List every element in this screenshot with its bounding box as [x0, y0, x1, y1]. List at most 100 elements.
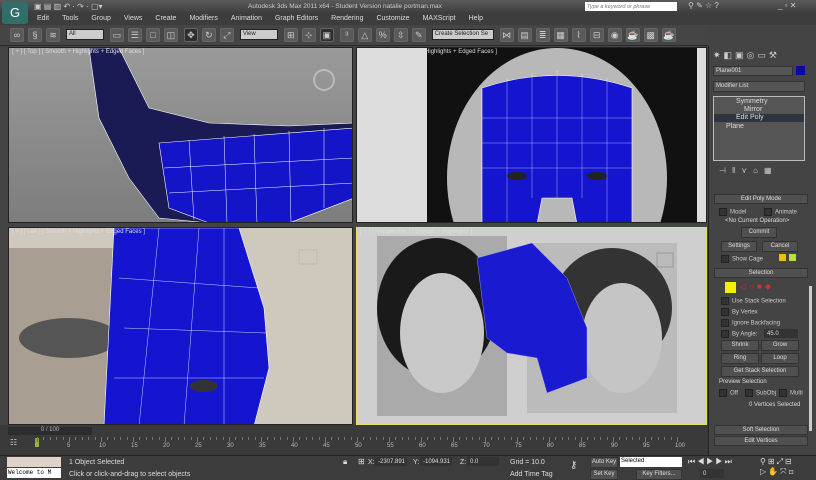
snap-icon[interactable]: ³: [339, 28, 354, 42]
manipulate-icon[interactable]: ⊹: [301, 28, 316, 42]
viewport-navigation-controls[interactable]: ⚲⊞⤢⊟ ▷✋⤧⊡: [760, 457, 796, 477]
stack-item-edit-poly[interactable]: Edit Poly: [714, 114, 804, 122]
cage-selected-color-swatch[interactable]: [789, 254, 796, 261]
search-input[interactable]: [585, 2, 677, 11]
selection-filter-dropdown[interactable]: All: [65, 29, 104, 40]
info-center-icons[interactable]: ⚲ ✎ ☆ ?: [688, 1, 719, 10]
rollout-edit-vertices[interactable]: Edit Vertices: [714, 436, 808, 446]
settings-button[interactable]: Settings: [721, 241, 757, 252]
angle-snap-icon[interactable]: △: [357, 28, 372, 42]
preview-subobj-radio[interactable]: SubObj: [745, 389, 776, 397]
graphite-icon[interactable]: ▦: [553, 28, 568, 42]
key-filters-button[interactable]: Key Filters...: [636, 469, 682, 480]
viewport-top[interactable]: [ + ] [ Top ] [ Smooth + Highlights + Ed…: [8, 47, 353, 223]
y-coordinate[interactable]: -1094.931: [420, 457, 452, 466]
schematic-view-icon[interactable]: ⊟: [589, 28, 604, 42]
grow-button[interactable]: Grow: [761, 340, 799, 351]
rendered-frame-icon[interactable]: ▩: [643, 28, 658, 42]
align-icon[interactable]: ▤: [517, 28, 532, 42]
menu-group[interactable]: Group: [91, 15, 110, 22]
render-icon[interactable]: ☕: [661, 28, 676, 42]
viewport-label[interactable]: [ + ] [ Left ] [ Smooth + Highlights + E…: [12, 229, 145, 235]
layer-manager-icon[interactable]: ≣: [535, 28, 550, 42]
rect-selection-icon[interactable]: □: [145, 28, 160, 42]
menu-tools[interactable]: Tools: [62, 15, 78, 22]
rollout-selection[interactable]: Selection: [714, 268, 808, 278]
track-bar-icon[interactable]: ☷: [10, 438, 17, 447]
menu-help[interactable]: Help: [469, 15, 483, 22]
loop-button[interactable]: Loop: [761, 353, 799, 364]
lock-icon[interactable]: 🔒︎: [343, 457, 347, 467]
z-coordinate[interactable]: 0.0: [467, 457, 499, 466]
quick-access-toolbar[interactable]: ▣ ▤ ▥ ↶ · ↷ · ▢▾: [34, 2, 103, 11]
menu-animation[interactable]: Animation: [231, 15, 262, 22]
window-crossing-icon[interactable]: ◫: [163, 28, 178, 42]
window-controls[interactable]: _ ▫ ✕: [778, 1, 796, 10]
preview-multi-radio[interactable]: Multi: [779, 389, 803, 397]
add-time-tag[interactable]: Add Time Tag: [510, 471, 553, 478]
key-mode-dropdown[interactable]: Selected: [620, 457, 682, 467]
menu-customize[interactable]: Customize: [376, 15, 409, 22]
select-object-icon[interactable]: ▭: [109, 28, 124, 42]
menu-maxscript[interactable]: MAXScript: [423, 15, 456, 22]
absolute-mode-icon[interactable]: ⊞: [358, 457, 365, 466]
angle-spinner[interactable]: 45.0: [764, 329, 798, 338]
current-frame-field[interactable]: 0: [700, 469, 724, 478]
stack-item-mirror[interactable]: Mirror: [744, 106, 762, 113]
maxscript-listener[interactable]: [7, 457, 61, 467]
use-stack-selection-checkbox[interactable]: Use Stack Selection: [721, 297, 786, 305]
menu-modifiers[interactable]: Modifiers: [189, 15, 217, 22]
by-angle-checkbox[interactable]: By Angle:: [721, 330, 757, 338]
menu-views[interactable]: Views: [124, 15, 143, 22]
commit-button[interactable]: Commit: [741, 227, 777, 238]
menu-graph-editors[interactable]: Graph Editors: [275, 15, 318, 22]
object-color-swatch[interactable]: [796, 66, 805, 75]
show-cage-checkbox[interactable]: Show Cage: [721, 255, 763, 263]
mirror-icon[interactable]: ⋈: [499, 28, 514, 42]
pivot-icon[interactable]: ⊞: [283, 28, 298, 42]
ring-button[interactable]: Ring: [721, 353, 759, 364]
stack-item-symmetry[interactable]: Symmetry: [736, 98, 768, 105]
rollout-soft-selection[interactable]: Soft Selection: [714, 425, 808, 435]
link-icon[interactable]: ∞: [10, 28, 24, 42]
viewport-label[interactable]: [ + ] [ Front ] [ Smooth + Highlights + …: [360, 49, 497, 55]
unlink-icon[interactable]: §: [28, 28, 42, 42]
menu-rendering[interactable]: Rendering: [331, 15, 363, 22]
by-vertex-checkbox[interactable]: By Vertex: [721, 308, 758, 316]
shrink-button[interactable]: Shrink: [721, 340, 759, 351]
viewport-label[interactable]: [ + ] [ Perspective ] [ Smooth + Highlig…: [360, 229, 472, 235]
menu-create[interactable]: Create: [155, 15, 176, 22]
render-setup-icon[interactable]: ☕: [625, 28, 640, 42]
stack-item-plane[interactable]: Plane: [726, 123, 744, 130]
get-stack-selection-button[interactable]: Get Stack Selection: [721, 366, 799, 377]
named-selection-dropdown[interactable]: Create Selection Se: [431, 29, 494, 40]
move-icon[interactable]: ✥: [183, 28, 198, 42]
command-panel-tabs[interactable]: ✷◧▣◎▭⚒: [713, 50, 780, 61]
cage-color-swatch[interactable]: [779, 254, 786, 261]
select-by-name-icon[interactable]: ☰: [127, 28, 142, 42]
scale-icon[interactable]: ⤢: [219, 28, 234, 42]
keyboard-shortcut-icon[interactable]: ▣: [319, 28, 334, 42]
viewport-label[interactable]: [ + ] [ Top ] [ Smooth + Highlights + Ed…: [12, 49, 144, 55]
ignore-backfacing-checkbox[interactable]: Ignore Backfacing: [721, 319, 780, 327]
rotate-icon[interactable]: ↻: [201, 28, 216, 42]
subobject-mode-icons[interactable]: ◁○■◆: [740, 282, 774, 291]
edit-named-selection-icon[interactable]: ✎: [411, 28, 426, 42]
vertex-mode-icon[interactable]: [725, 282, 736, 293]
set-key-button[interactable]: Set Key: [590, 469, 618, 480]
auto-key-button[interactable]: Auto Key: [590, 457, 618, 468]
curve-editor-icon[interactable]: ⌇: [571, 28, 586, 42]
spinner-snap-icon[interactable]: ⇳: [393, 28, 408, 42]
stack-tools[interactable]: ⊣‖⋎⌂▦: [719, 166, 778, 175]
modifier-list-dropdown[interactable]: Modifier List: [713, 81, 805, 92]
object-name-field[interactable]: Plane001: [713, 66, 793, 76]
viewport-perspective[interactable]: [ + ] [ Perspective ] [ Smooth + Highlig…: [356, 227, 707, 425]
key-icon[interactable]: ⚷: [570, 460, 577, 471]
radio-animate[interactable]: Animate: [764, 208, 797, 216]
menu-edit[interactable]: Edit: [37, 15, 49, 22]
x-coordinate[interactable]: -2307.891: [375, 457, 407, 466]
viewport-front[interactable]: [ + ] [ Front ] [ Smooth + Highlights + …: [356, 47, 707, 223]
app-logo[interactable]: G: [2, 2, 28, 24]
percent-snap-icon[interactable]: %: [375, 28, 390, 42]
maxscript-mini-listener[interactable]: Welcome to M: [7, 468, 61, 478]
